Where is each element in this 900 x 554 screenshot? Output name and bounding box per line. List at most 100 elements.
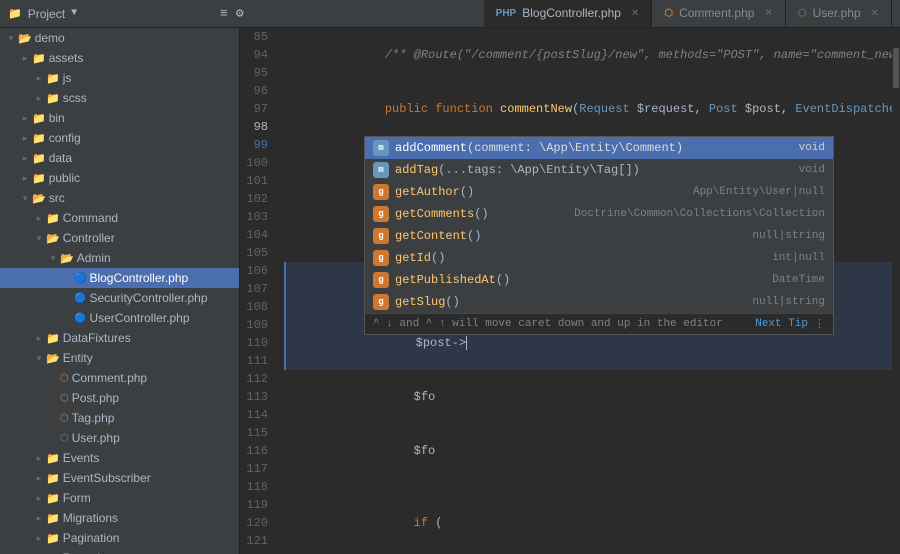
project-label: Project [28, 7, 65, 21]
sidebar-item-command[interactable]: ▸ 📁 Command [0, 208, 239, 228]
sidebar-item-securitycontroller[interactable]: 🔵 SecurityController.php [0, 288, 239, 308]
sidebar-label-assets: assets [49, 51, 84, 65]
sidebar-label-migrations: Migrations [63, 511, 118, 525]
ac-hint-dots[interactable]: ⋮ [814, 317, 825, 331]
sidebar-item-public[interactable]: ▸ 📁 public [0, 168, 239, 188]
sidebar-item-comment-php[interactable]: ⬡ Comment.php [0, 368, 239, 388]
sidebar-label-tag-php: Tag.php [72, 411, 115, 425]
sidebar-item-repository[interactable]: ▸ 📁 Repository [0, 548, 239, 554]
ac-item-getid[interactable]: g getId() int|null [365, 247, 833, 269]
ac-type-getpublishedat: DateTime [772, 274, 825, 286]
ac-type-getauthor: App\Entity\User|null [693, 186, 825, 198]
sidebar-label-blogcontroller: BlogController.php [89, 271, 188, 285]
sidebar-item-demo[interactable]: ▾ 📂 demo [0, 28, 239, 48]
ac-item-getpublishedat[interactable]: g getPublishedAt() DateTime [365, 269, 833, 291]
tab-close-1[interactable]: ✕ [631, 8, 639, 19]
tab-php-icon-3: ⬡ [798, 8, 807, 19]
tab-user[interactable]: ⬡ User.php ✕ [786, 0, 892, 27]
ac-name-getauthor: getAuthor() [395, 185, 474, 199]
tab-bar: PHP BlogController.php ✕ ⬡ Comment.php ✕… [484, 0, 892, 28]
tab-label-2: Comment.php [679, 6, 754, 20]
ac-type-getcomments: Doctrine\Common\Collections\Collection [574, 208, 825, 220]
sidebar-item-config[interactable]: ▸ 📁 config [0, 128, 239, 148]
settings-icon[interactable]: ⚙ [236, 6, 244, 21]
sidebar-item-scss[interactable]: ▸ 📁 scss [0, 88, 239, 108]
sidebar-label-entity: Entity [63, 351, 93, 365]
code-line-100: $fo [284, 370, 892, 424]
ac-hint-link[interactable]: Next Tip [755, 318, 808, 330]
sidebar-item-post-php[interactable]: ⬡ Post.php [0, 388, 239, 408]
ac-name-getpublishedat: getPublishedAt() [395, 273, 510, 287]
tab-blogcontroller[interactable]: PHP BlogController.php ✕ [484, 0, 653, 27]
ac-item-addcomment[interactable]: m addComment(comment: \App\Entity\Commen… [365, 137, 833, 159]
sidebar-item-tag-php[interactable]: ⬡ Tag.php [0, 408, 239, 428]
sidebar-label-src: src [49, 191, 65, 205]
sidebar-label-public: public [49, 171, 80, 185]
sidebar-item-assets[interactable]: ▸ 📁 assets [0, 48, 239, 68]
tab-close-3[interactable]: ✕ [871, 8, 879, 19]
sidebar-label-datafixtures: DataFixtures [63, 331, 131, 345]
sidebar-item-pagination[interactable]: ▸ 📁 Pagination [0, 528, 239, 548]
sidebar-label-comment-php: Comment.php [72, 371, 147, 385]
sidebar-item-entity[interactable]: ▾ 📂 Entity [0, 348, 239, 368]
ac-icon-addtag: m [373, 162, 389, 178]
ac-type-getid: int|null [772, 252, 825, 264]
folder-icon-main: 📁 [8, 7, 22, 21]
sidebar-item-js[interactable]: ▸ 📁 js [0, 68, 239, 88]
ac-item-getauthor[interactable]: g getAuthor() App\Entity\User|null [365, 181, 833, 203]
tab-comment[interactable]: ⬡ Comment.php ✕ [652, 0, 786, 27]
ac-icon-getcontent: g [373, 228, 389, 244]
sidebar-item-admin[interactable]: ▾ 📂 Admin [0, 248, 239, 268]
sidebar-item-controller[interactable]: ▾ 📂 Controller [0, 228, 239, 248]
sidebar: ▾ 📂 demo ▸ 📁 assets ▸ 📁 js ▸ 📁 scss ▸ 📁 [0, 28, 240, 554]
tab-label-3: User.php [813, 6, 861, 20]
code-area[interactable]: /** @Route("/comment/{postSlug}/new", me… [276, 28, 892, 554]
tab-label-1: BlogController.php [522, 6, 621, 20]
sidebar-label-usercontroller: UserController.php [89, 311, 189, 325]
sidebar-label-eventsubscriber: EventSubscriber [63, 471, 151, 485]
sidebar-label-data: data [49, 151, 72, 165]
sidebar-item-usercontroller[interactable]: 🔵 UserController.php [0, 308, 239, 328]
ac-item-getcontent[interactable]: g getContent() null|string [365, 225, 833, 247]
main-content: ▾ 📂 demo ▸ 📁 assets ▸ 📁 js ▸ 📁 scss ▸ 📁 [0, 28, 900, 554]
ac-item-addtag[interactable]: m addTag(...tags: \App\Entity\Tag[]) voi… [365, 159, 833, 181]
title-bar-left: 📁 Project ▼ ≡ ⚙ [8, 6, 244, 21]
sidebar-label-user-php: User.php [72, 431, 120, 445]
sidebar-label-bin: bin [49, 111, 65, 125]
sidebar-item-datafixtures[interactable]: ▸ 📁 DataFixtures [0, 328, 239, 348]
sidebar-label-config: config [49, 131, 81, 145]
ac-item-getcomments[interactable]: g getComments() Doctrine\Common\Collecti… [365, 203, 833, 225]
autocomplete-hint: ^ ↓ and ^ ↑ will move caret down and up … [365, 313, 833, 334]
sidebar-item-events[interactable]: ▸ 📁 Events [0, 448, 239, 468]
sidebar-item-user-php[interactable]: ⬡ User.php [0, 428, 239, 448]
ac-name-addtag: addTag(...tags: \App\Entity\Tag[]) [395, 163, 640, 177]
code-line-85: /** @Route("/comment/{postSlug}/new", me… [284, 28, 892, 82]
autocomplete-popup: m addComment(comment: \App\Entity\Commen… [364, 136, 834, 335]
sidebar-label-pagination: Pagination [63, 531, 120, 545]
tab-php-icon-1: PHP [496, 8, 517, 19]
ac-icon-getslug: g [373, 294, 389, 310]
tab-close-2[interactable]: ✕ [764, 8, 772, 19]
sidebar-item-form[interactable]: ▸ 📁 Form [0, 488, 239, 508]
ac-hint-text: ^ ↓ and ^ ↑ will move caret down and up … [373, 318, 723, 330]
sidebar-item-blogcontroller[interactable]: 🔵 BlogController.php [0, 268, 239, 288]
sidebar-item-bin[interactable]: ▸ 📁 bin [0, 108, 239, 128]
ac-name-addcomment: addComment(comment: \App\Entity\Comment) [395, 141, 683, 155]
sidebar-item-migrations[interactable]: ▸ 📁 Migrations [0, 508, 239, 528]
sidebar-label-demo: demo [35, 31, 65, 45]
sidebar-item-data[interactable]: ▸ 📁 data [0, 148, 239, 168]
tab-php-icon-2: ⬡ [664, 8, 673, 19]
dropdown-arrow-icon[interactable]: ▼ [71, 8, 77, 19]
ac-type-addcomment: void [799, 142, 825, 154]
ac-item-getslug[interactable]: g getSlug() null|string [365, 291, 833, 313]
sidebar-label-form: Form [63, 491, 91, 505]
code-line-103: if ( [284, 496, 892, 550]
list-icon[interactable]: ≡ [220, 6, 228, 21]
ac-name-getcomments: getComments() [395, 207, 489, 221]
sidebar-label-post-php: Post.php [72, 391, 119, 405]
sidebar-item-eventsubscriber[interactable]: ▸ 📁 EventSubscriber [0, 468, 239, 488]
editor-scrollbar[interactable] [892, 28, 900, 554]
ac-icon-getcomments: g [373, 206, 389, 222]
ac-icon-addcomment: m [373, 140, 389, 156]
sidebar-item-src[interactable]: ▾ 📂 src [0, 188, 239, 208]
